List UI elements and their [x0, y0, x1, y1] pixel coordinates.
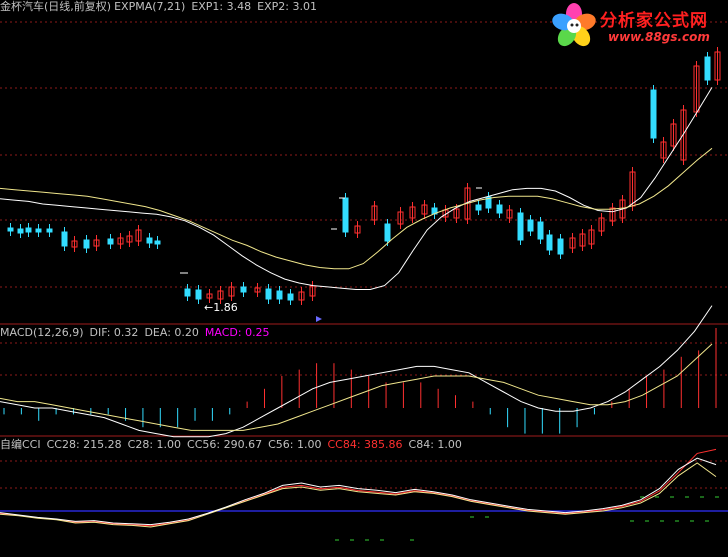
candle-body [276, 290, 283, 300]
candlestick-series [7, 47, 721, 305]
candle-body [384, 223, 391, 242]
candle-body [25, 227, 32, 233]
candle-body [107, 238, 114, 245]
cc84-line [0, 448, 717, 527]
candle-body [527, 219, 534, 232]
candle-body [342, 197, 349, 233]
cci-panel-plot [0, 448, 728, 541]
candle-body [475, 204, 482, 211]
candle-body [240, 286, 247, 293]
candle-body [17, 228, 24, 234]
site-logo: 分析家公式网 www.88gs.com [548, 0, 728, 52]
candle-body [517, 212, 524, 241]
flower-logo-icon [552, 3, 596, 47]
dif-line [0, 305, 713, 438]
candle-body [265, 288, 272, 300]
grid-lines [0, 21, 728, 489]
candle-body [61, 231, 68, 247]
candle-body [557, 238, 564, 255]
candle-body [496, 204, 503, 214]
stock-chart-canvas[interactable]: ←1.86 [0, 0, 728, 557]
candle-body [537, 221, 544, 240]
low-price-marker: ←1.86 [204, 301, 238, 314]
candle-body [46, 228, 53, 233]
candle-body [195, 289, 202, 300]
candle-body [184, 288, 191, 297]
candle-body [546, 234, 553, 251]
candle-body [704, 56, 711, 81]
candle-body [287, 293, 294, 301]
exp2-line [0, 147, 713, 270]
macd-panel-plot [0, 305, 717, 438]
cc28-line [0, 462, 717, 528]
dea-line [0, 343, 713, 431]
candle-body [35, 228, 42, 233]
candle-body [154, 240, 161, 245]
cursor-arrow-icon [316, 316, 322, 322]
expma-lines [0, 87, 713, 290]
candle-body [146, 237, 153, 244]
candle-body [7, 227, 14, 232]
logo-title: 分析家公式网 [600, 11, 708, 31]
logo-url[interactable]: www.88gs.com [608, 30, 710, 44]
candle-body [650, 89, 657, 139]
exp1-line [0, 87, 713, 290]
candle-body [83, 239, 90, 249]
